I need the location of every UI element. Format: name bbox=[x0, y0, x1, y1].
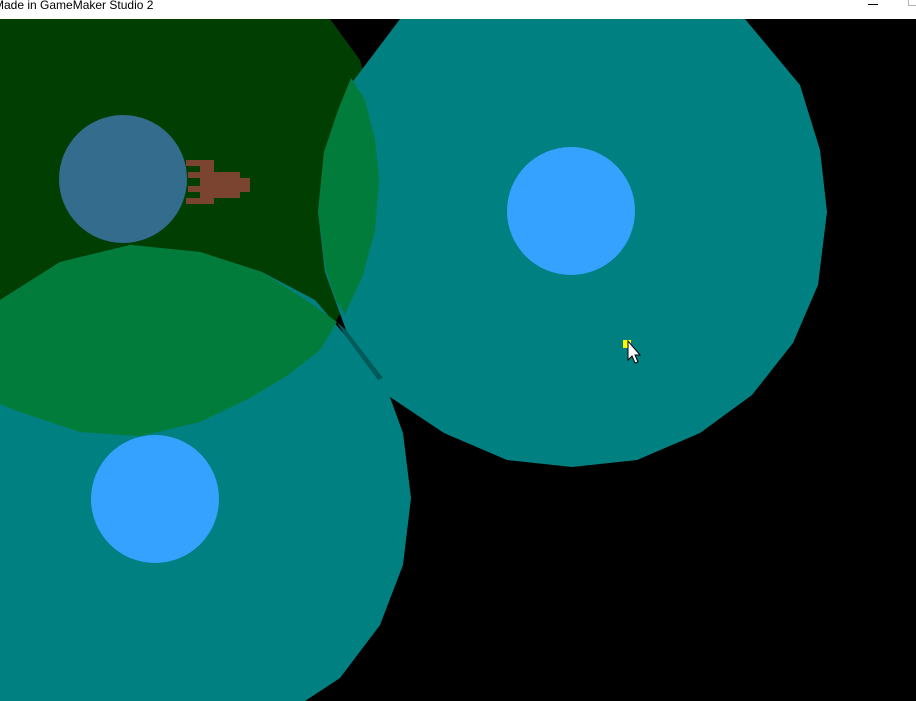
window-title: Made in GameMaker Studio 2 bbox=[0, 0, 154, 12]
blue-core-right bbox=[507, 147, 635, 275]
minimize-button[interactable] bbox=[858, 0, 888, 19]
game-window: Made in GameMaker Studio 2 bbox=[0, 0, 916, 701]
blue-core-bottom bbox=[91, 435, 219, 563]
title-bar[interactable]: Made in GameMaker Studio 2 bbox=[0, 0, 916, 19]
muted-blue-core bbox=[59, 115, 187, 243]
game-canvas[interactable] bbox=[0, 19, 916, 701]
minimize-icon bbox=[868, 4, 878, 5]
maximize-icon bbox=[908, 0, 916, 6]
game-scene bbox=[0, 19, 916, 701]
maximize-button[interactable] bbox=[896, 0, 916, 19]
